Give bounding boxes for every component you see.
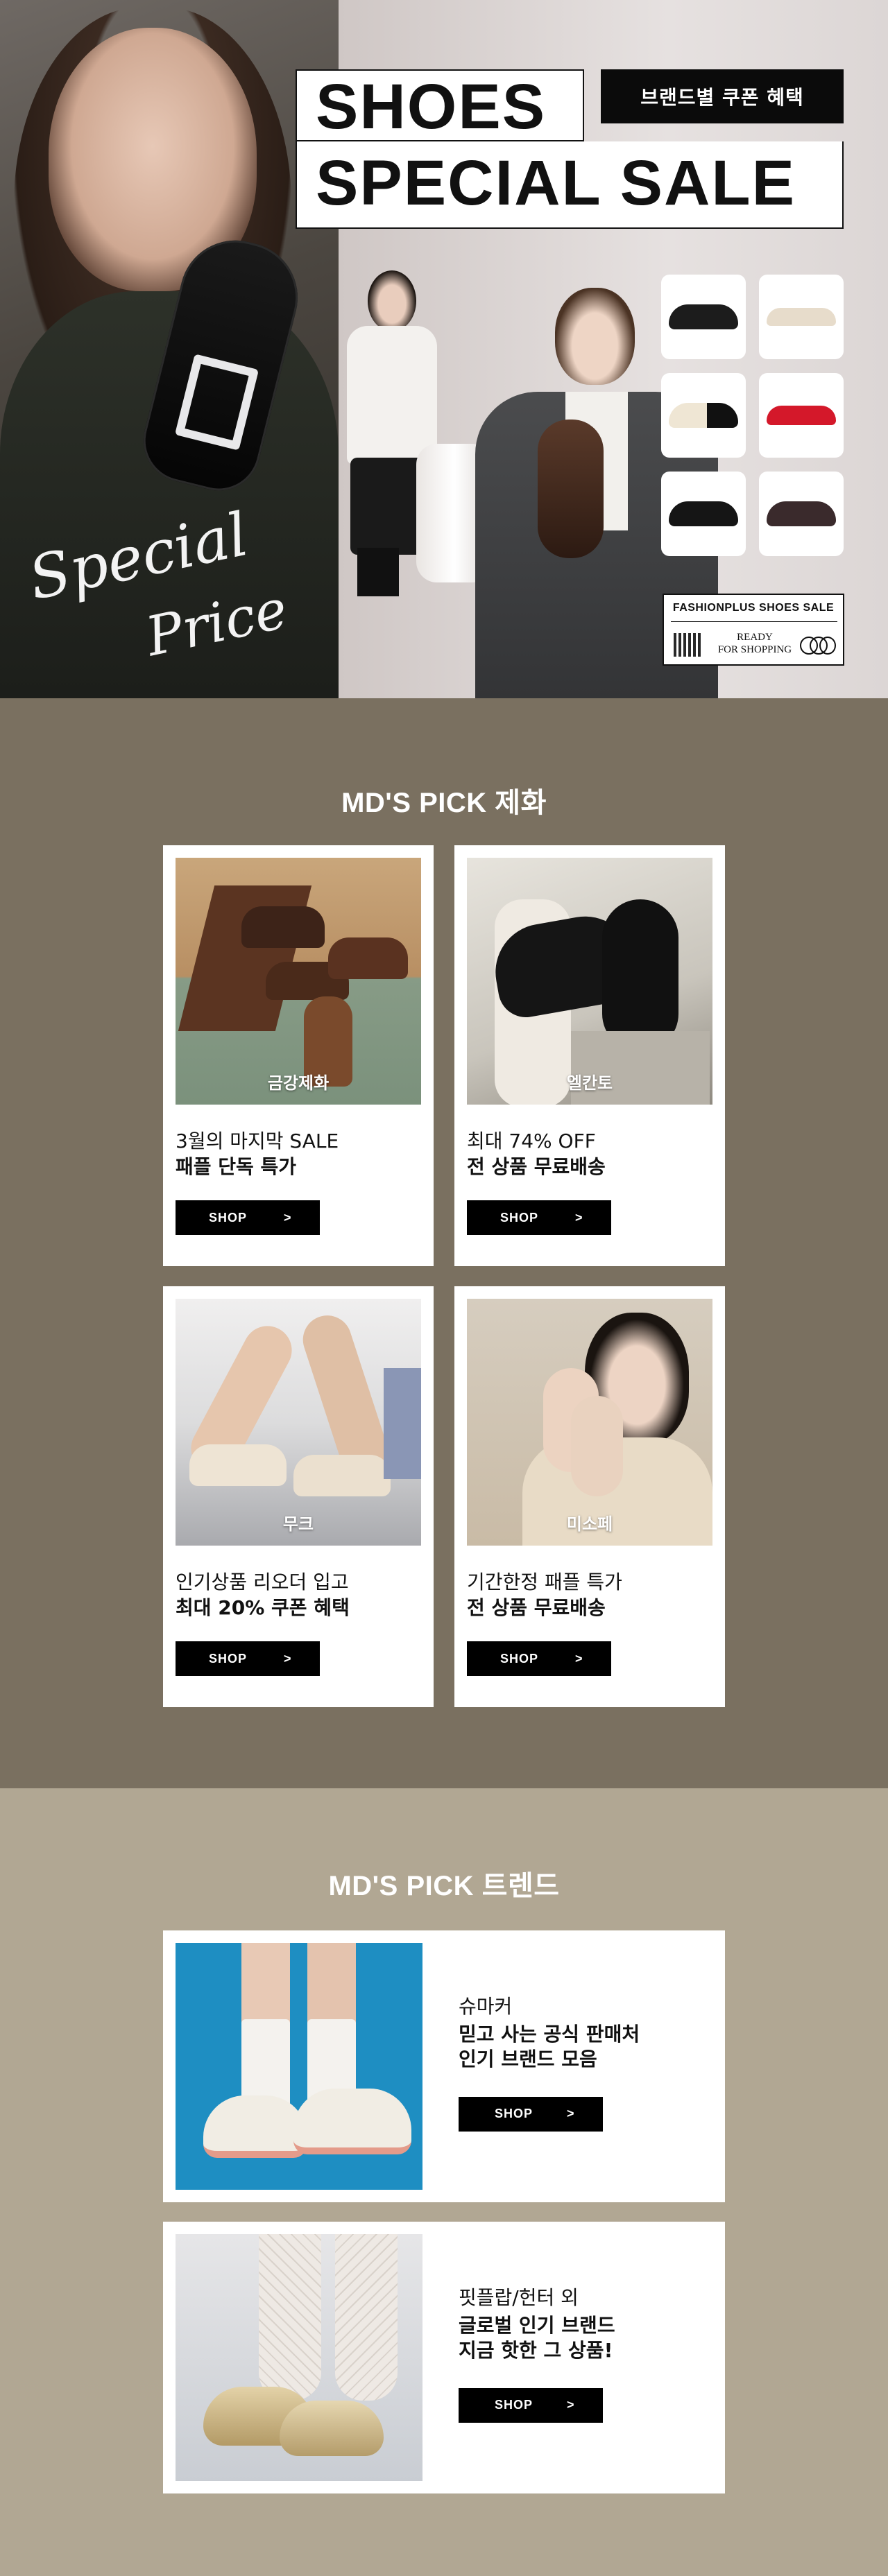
shop-button[interactable]: SHOP > [459, 2388, 603, 2423]
brand-name-label: 무크 [282, 1514, 314, 1534]
card-headline: 인기상품 리오더 입고 [176, 1571, 349, 1593]
card-headline: 최대 74% OFF [467, 1130, 596, 1152]
brand-card-elcanto[interactable]: 엘칸토 최대 74% OFF 전 상품 무료배송 SHOP > [454, 845, 725, 1266]
brand-image-kumkang: 금강제화 [176, 858, 421, 1105]
brown-loafer-image [538, 420, 604, 558]
rings-icon [800, 637, 836, 655]
sneaker-1 [203, 2095, 307, 2158]
lace-stocking-2 [335, 2234, 398, 2401]
brand-name-label: 금강제화 [267, 1073, 330, 1093]
hero-title-line1: SHOES [316, 71, 547, 142]
card-subline: 패플 단독 특가 [176, 1155, 297, 1178]
arrow-right-icon: > [575, 1210, 583, 1225]
black-loafer-icon [669, 304, 738, 329]
brand-image-mooke: 무크 [176, 1299, 421, 1546]
shop-button[interactable]: SHOP > [467, 1641, 611, 1676]
shop-button[interactable]: SHOP > [176, 1200, 320, 1235]
brand-card-shoemarker[interactable]: 슈마커 믿고 사는 공식 판매처 인기 브랜드 모음 SHOP > [163, 1930, 725, 2202]
section-title-trend: MD'S PICK 트렌드 [328, 1871, 560, 1901]
black-mule-icon [669, 501, 738, 526]
stamp-for-shopping: FOR SHOPPING [717, 644, 792, 655]
shoe-thumb-1[interactable] [661, 275, 746, 359]
hero-model-photo: Special Price [0, 0, 339, 698]
mary-jane-shoe-2 [571, 1396, 623, 1496]
brand-image-shoemarker [176, 1943, 422, 2190]
brand-image-fitflop-hunter [176, 2234, 422, 2481]
burgundy-derby-icon [767, 501, 836, 526]
red-flat-icon [767, 406, 836, 425]
cream-slingback-icon [767, 308, 836, 326]
card-subline: 인기 브랜드 모음 [459, 2048, 597, 2071]
shop-label: SHOP [209, 1210, 248, 1225]
shop-button[interactable]: SHOP > [459, 2097, 603, 2132]
brand-name-label: 미소페 [566, 1514, 613, 1534]
card-headline: 글로벌 인기 브랜드 [459, 2314, 615, 2337]
brand-card-mooke[interactable]: 무크 인기상품 리오더 입고 최대 20% 쿠폰 혜택 SHOP > [163, 1286, 434, 1707]
brand-image-elcanto: 엘칸토 [467, 858, 712, 1105]
stamp-title: FASHIONPLUS SHOES SALE [672, 602, 835, 614]
card-subline: 전 상품 무료배송 [467, 1155, 606, 1178]
brand-card-misope[interactable]: 미소페 기간한정 패플 특가 전 상품 무료배송 SHOP > [454, 1286, 725, 1707]
card-subline: 지금 핫한 그 상품! [459, 2339, 613, 2362]
model-standing-head [555, 288, 635, 385]
card-brand: 핏플랍/헌터 외 [459, 2286, 579, 2309]
sale-stamp: FASHIONPLUS SHOES SALE READY FOR SHOPPIN… [663, 594, 844, 666]
card-headline: 믿고 사는 공식 판매처 [459, 2023, 640, 2046]
model-seated-legs [357, 548, 399, 596]
card-subline: 전 상품 무료배송 [467, 1596, 606, 1619]
shop-button[interactable]: SHOP > [176, 1641, 320, 1676]
blue-skirt [384, 1368, 421, 1479]
hero-title-line2: SPECIAL SALE [316, 148, 796, 218]
shoe-thumb-6[interactable] [759, 472, 844, 556]
stamp-ready-text: READY FOR SHOPPING [710, 631, 800, 656]
arrow-right-icon: > [567, 2107, 575, 2120]
derby-shoe-1 [241, 906, 325, 948]
shop-label: SHOP [500, 1651, 539, 1666]
model-seated-blouse [347, 326, 437, 465]
cream-slingback-2 [293, 1455, 391, 1496]
derby-shoe-3 [328, 937, 408, 979]
brand-card-fitflop-hunter[interactable]: 핏플랍/헌터 외 글로벌 인기 브랜드 지금 핫한 그 상품! SHOP > [163, 2222, 725, 2493]
brand-card-kumkang[interactable]: 금강제화 3월의 마지막 SALE 패플 단독 특가 SHOP > [163, 845, 434, 1266]
arrow-right-icon: > [567, 2398, 575, 2412]
shoe-thumb-4[interactable] [759, 373, 844, 458]
shop-label: SHOP [495, 2107, 533, 2120]
shoe-thumb-3[interactable] [661, 373, 746, 458]
card-brand: 슈마커 [459, 1995, 513, 2018]
shop-button[interactable]: SHOP > [467, 1200, 611, 1235]
brand-name-label: 엘칸토 [566, 1073, 613, 1093]
card-headline: 기간한정 패플 특가 [467, 1571, 622, 1593]
hero-banner[interactable]: Special Price SHOES SPECIAL SALE 브랜드별 쿠폰… [0, 0, 888, 698]
shoe-thumb-5[interactable] [661, 472, 746, 556]
gold-ballet-flat-2 [280, 2401, 384, 2456]
black-oxford-2 [602, 899, 678, 1052]
section-md-pick-shoes: MD'S PICK 제화 금강제화 3월의 마지막 SALE 패플 단독 특가 … [0, 698, 888, 1788]
shoe-thumb-2[interactable] [759, 275, 844, 359]
cream-loafer-icon [669, 403, 738, 428]
coupon-badge[interactable]: 브랜드별 쿠폰 혜택 [601, 69, 844, 123]
model-seated-head [368, 270, 416, 331]
shop-label: SHOP [495, 2398, 533, 2412]
cream-slingback-1 [189, 1444, 287, 1486]
stamp-ready: READY [737, 632, 773, 643]
brand-image-misope: 미소페 [467, 1299, 712, 1546]
arrow-right-icon: > [284, 1651, 292, 1666]
model-pants [571, 1031, 710, 1105]
arrow-right-icon: > [284, 1210, 292, 1225]
stamp-divider [671, 621, 837, 622]
arrow-right-icon: > [575, 1651, 583, 1666]
section-title-shoes: MD'S PICK 제화 [341, 788, 547, 818]
shop-label: SHOP [500, 1210, 539, 1225]
card-headline: 3월의 마지막 SALE [176, 1130, 339, 1152]
card-subline: 최대 20% 쿠폰 혜택 [176, 1596, 350, 1619]
lace-stocking-1 [259, 2234, 321, 2401]
sneaker-2 [293, 2089, 411, 2154]
section-md-pick-trend: MD'S PICK 트렌드 슈마커 믿고 사는 공식 판매처 인기 브랜드 모음… [0, 1788, 888, 2576]
shop-label: SHOP [209, 1651, 248, 1666]
barcode-icon [674, 633, 701, 657]
